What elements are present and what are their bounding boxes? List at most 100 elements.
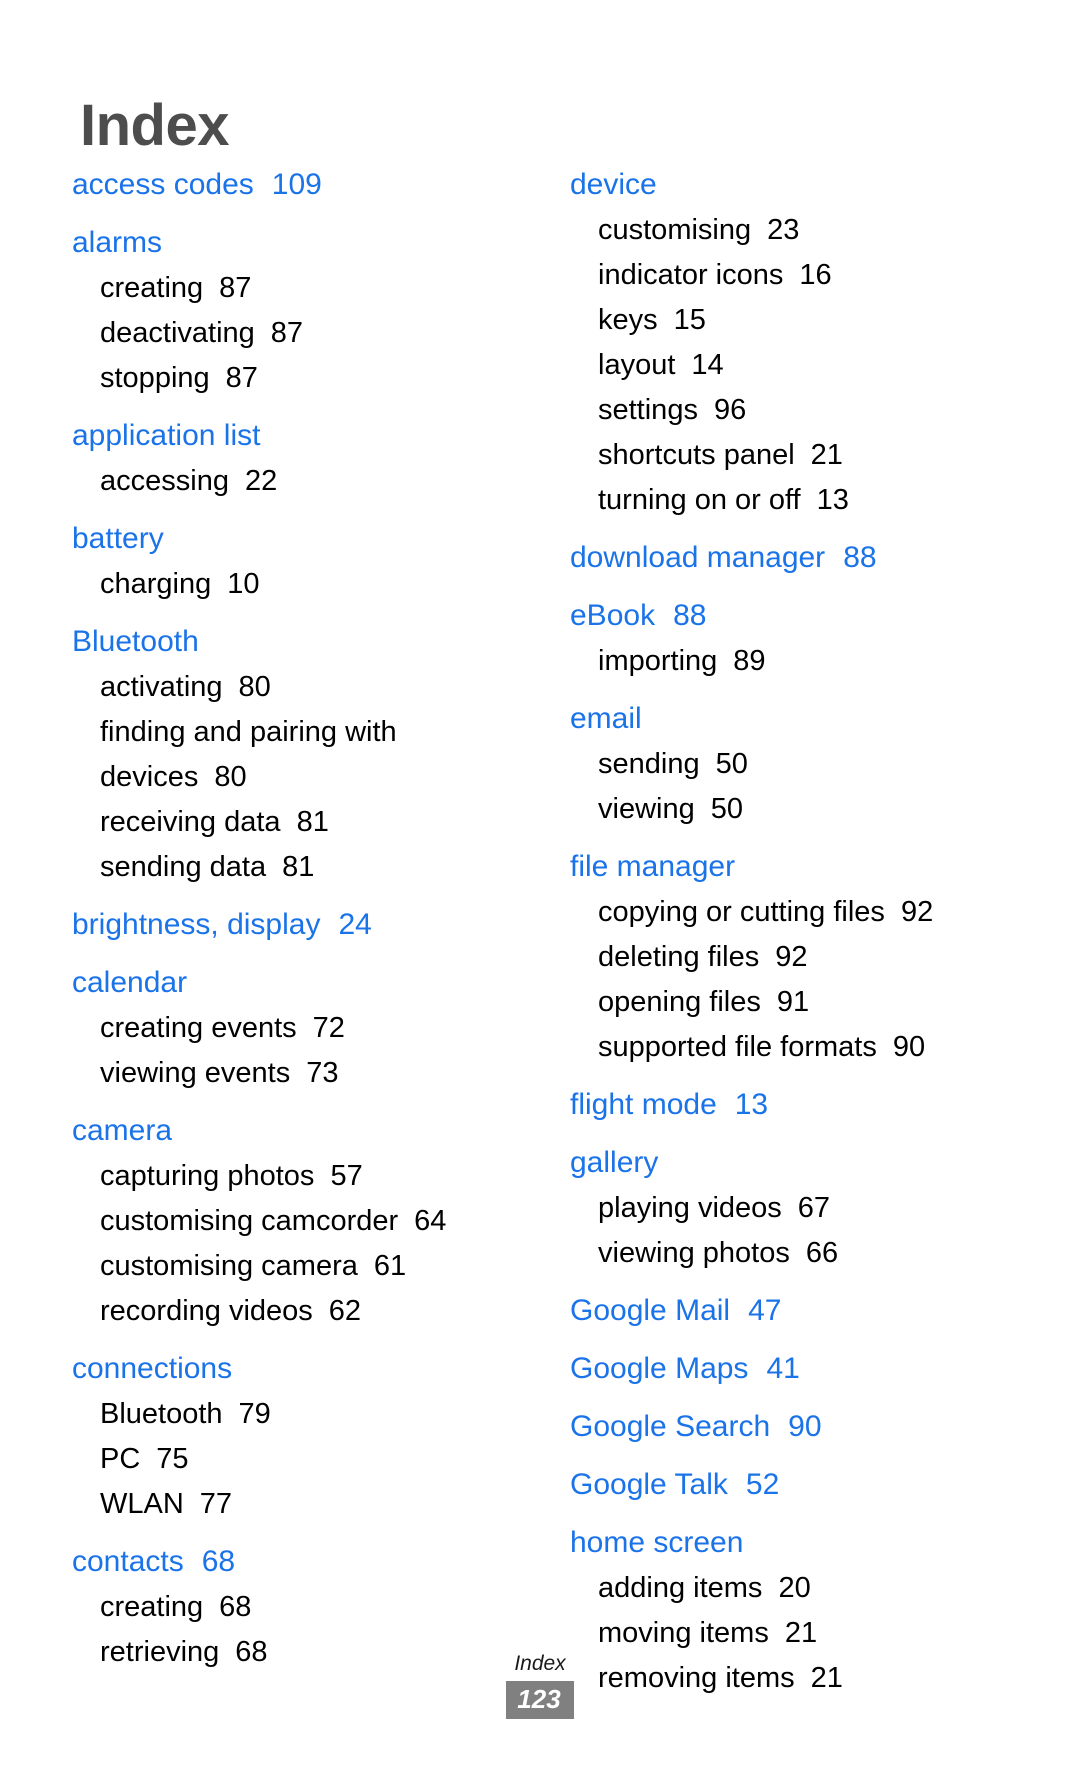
index-headword[interactable]: Google Mail 47 <box>570 1288 1000 1334</box>
index-subentry[interactable]: deactivating 87 <box>72 311 502 356</box>
index-headword[interactable]: flight mode 13 <box>570 1082 1000 1128</box>
index-subentry-label: creating events <box>100 1012 297 1044</box>
index-entry-group: access codes 109 <box>72 162 502 208</box>
index-subentry-label: adding items <box>598 1572 763 1604</box>
index-subentry[interactable]: shortcuts panel 21 <box>570 433 1000 478</box>
index-headword[interactable]: connections <box>72 1346 502 1392</box>
index-subentry[interactable]: sending 50 <box>570 742 1000 787</box>
index-subentry[interactable]: capturing photos 57 <box>72 1154 502 1199</box>
index-subentry[interactable]: PC 75 <box>72 1437 502 1482</box>
page-title: Index <box>80 92 230 158</box>
index-headword-page-number: 47 <box>748 1294 782 1327</box>
index-headword[interactable]: calendar <box>72 960 502 1006</box>
footer-label: Index <box>514 1652 566 1675</box>
index-subentry-label: indicator icons <box>598 259 784 291</box>
index-subentry[interactable]: WLAN 77 <box>72 1482 502 1527</box>
index-subentry[interactable]: customising 23 <box>570 208 1000 253</box>
index-subentry[interactable]: indicator icons 16 <box>570 253 1000 298</box>
index-subentry[interactable]: stopping 87 <box>72 356 502 401</box>
index-subentry-label: sending <box>598 748 700 780</box>
index-headword[interactable]: email <box>570 696 1000 742</box>
index-subentry[interactable]: viewing 50 <box>570 787 1000 832</box>
index-subentry[interactable]: customising camcorder 64 <box>72 1199 502 1244</box>
index-subentry-label: Bluetooth <box>100 1398 223 1430</box>
index-subentry[interactable]: receiving data 81 <box>72 800 502 845</box>
index-headword[interactable]: Google Maps 41 <box>570 1346 1000 1392</box>
index-subentry[interactable]: finding and pairing with devices 80 <box>72 710 502 800</box>
index-headword[interactable]: device <box>570 162 1000 208</box>
index-subentry[interactable]: turning on or off 13 <box>570 478 1000 523</box>
index-headword-term: contacts <box>72 1545 184 1578</box>
index-subentry-page-number: 81 <box>296 806 329 838</box>
index-subentry[interactable]: accessing 22 <box>72 459 502 504</box>
index-headword[interactable]: contacts 68 <box>72 1539 502 1585</box>
index-subentry[interactable]: supported file formats 90 <box>570 1025 1000 1070</box>
index-headword-term: battery <box>72 522 164 555</box>
index-subentry[interactable]: layout 14 <box>570 343 1000 388</box>
index-headword[interactable]: file manager <box>570 844 1000 890</box>
index-subentry[interactable]: importing 89 <box>570 639 1000 684</box>
footer-page-number: 123 <box>506 1681 574 1719</box>
index-subentry-label: deactivating <box>100 317 255 349</box>
index-subentry[interactable]: settings 96 <box>570 388 1000 433</box>
index-entry-group: flight mode 13 <box>570 1082 1000 1128</box>
index-subentry[interactable]: opening files 91 <box>570 980 1000 1025</box>
index-subentry[interactable]: copying or cutting files 92 <box>570 890 1000 935</box>
index-subentry[interactable]: creating events 72 <box>72 1006 502 1051</box>
index-subentry-label: PC <box>100 1443 141 1475</box>
index-headword[interactable]: Google Search 90 <box>570 1404 1000 1450</box>
index-subentry[interactable]: viewing events 73 <box>72 1051 502 1096</box>
index-subentry[interactable]: moving items 21 <box>570 1611 1000 1656</box>
index-headword-term: brightness, display <box>72 908 321 941</box>
index-headword[interactable]: brightness, display 24 <box>72 902 502 948</box>
index-headword[interactable]: eBook 88 <box>570 593 1000 639</box>
index-subentry-page-number: 21 <box>810 439 843 471</box>
index-headword-term: camera <box>72 1114 173 1147</box>
index-subentry-label: moving items <box>598 1617 769 1649</box>
index-subentry-page-number: 16 <box>799 259 832 291</box>
index-subentry-page-number: 92 <box>900 896 934 928</box>
index-headword[interactable]: battery <box>72 516 502 562</box>
page-footer: Index 123 <box>0 1651 1080 1719</box>
index-headword[interactable]: access codes 109 <box>72 162 502 208</box>
index-entry-group: Google Search 90 <box>570 1404 1000 1450</box>
index-subentry[interactable]: Bluetooth 79 <box>72 1392 502 1437</box>
index-subentry-label: viewing events <box>100 1057 291 1089</box>
index-headword[interactable]: download manager 88 <box>570 535 1000 581</box>
index-subentry[interactable]: charging 10 <box>72 562 502 607</box>
index-subentry[interactable]: keys 15 <box>570 298 1000 343</box>
index-headword[interactable]: alarms <box>72 220 502 266</box>
index-entry-group: camera capturing photos 57 customising camc… <box>72 1108 502 1334</box>
index-subentry-label: activating <box>100 671 223 703</box>
index-entry-group: connections Bluetooth 79 PC 75 WLAN 77 <box>72 1346 502 1527</box>
index-subentry[interactable]: playing videos 67 <box>570 1186 1000 1231</box>
index-subentry-label: copying or cutting files <box>598 896 885 928</box>
index-subentry-page-number: 57 <box>330 1160 363 1192</box>
index-subentry-page-number: 89 <box>733 645 766 677</box>
index-subentry-page-number: 80 <box>214 761 247 793</box>
index-headword[interactable]: Google Talk 52 <box>570 1462 1000 1508</box>
index-subentry[interactable]: sending data 81 <box>72 845 502 890</box>
index-headword[interactable]: home screen <box>570 1520 1000 1566</box>
index-subentry[interactable]: adding items 20 <box>570 1566 1000 1611</box>
index-entry-group: application list accessing 22 <box>72 413 502 504</box>
index-subentry-page-number: 13 <box>816 484 849 516</box>
index-subentry[interactable]: creating 68 <box>72 1585 502 1630</box>
index-subentry-page-number: 66 <box>805 1237 839 1269</box>
index-subentry[interactable]: creating 87 <box>72 266 502 311</box>
index-entry-group: Google Talk 52 <box>570 1462 1000 1508</box>
index-subentry-page-number: 62 <box>328 1295 362 1327</box>
index-subentry-page-number: 50 <box>710 793 743 825</box>
index-subentry[interactable]: viewing photos 66 <box>570 1231 1000 1276</box>
index-subentry[interactable]: deleting files 92 <box>570 935 1000 980</box>
index-headword[interactable]: Bluetooth <box>72 619 502 665</box>
index-headword[interactable]: gallery <box>570 1140 1000 1186</box>
index-subentry[interactable]: recording videos 62 <box>72 1289 502 1334</box>
index-subentry-page-number: 87 <box>270 317 304 349</box>
index-headword[interactable]: application list <box>72 413 502 459</box>
index-headword[interactable]: camera <box>72 1108 502 1154</box>
index-subentry[interactable]: customising camera 61 <box>72 1244 502 1289</box>
index-subentry[interactable]: activating 80 <box>72 665 502 710</box>
index-subentry-page-number: 73 <box>306 1057 339 1089</box>
index-subentry-page-number: 87 <box>225 362 258 394</box>
